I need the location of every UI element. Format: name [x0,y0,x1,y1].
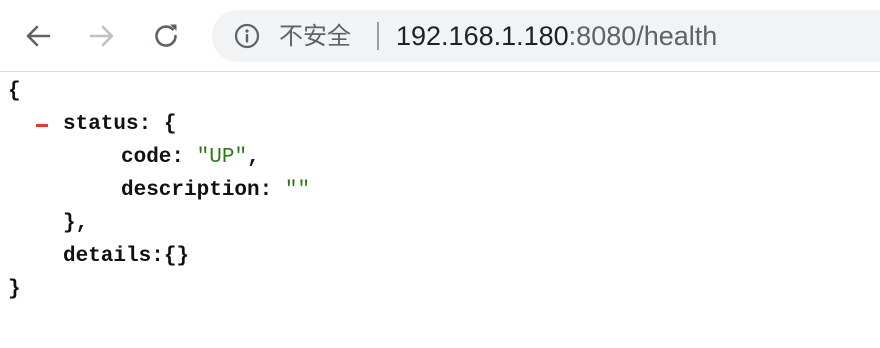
back-arrow-icon [26,25,51,47]
url-text[interactable]: 192.168.1.180:8080/health [396,21,717,51]
reload-icon [155,24,177,47]
json-value-details: :{} [151,245,190,268]
json-colon: : [171,146,197,169]
json-status-line: status: { [63,108,176,141]
json-status-close: }, [63,212,89,235]
json-close-brace: } [8,278,21,301]
json-value-code: "UP" [196,146,248,169]
forward-arrow-icon [89,25,114,47]
omnibox-divider [377,22,379,50]
forward-button[interactable] [82,16,122,56]
address-bar[interactable]: 不安全 192.168.1.180:8080/health [212,10,880,62]
json-description-line: description: "" [121,174,310,207]
browser-toolbar: 不安全 192.168.1.180:8080/health [0,0,880,72]
json-status-open: : { [138,113,177,136]
collapse-status-toggle[interactable] [36,124,48,127]
json-key-code: code [121,146,172,169]
back-button[interactable] [18,16,58,56]
json-comma: , [247,146,260,169]
json-key-status: status [63,113,139,136]
json-code-line: code: "UP", [121,141,260,174]
json-open-brace: { [8,80,21,103]
json-key-description: description [121,179,260,202]
json-value-description: "" [284,179,311,202]
json-details-line: details:{} [63,240,189,273]
security-status-label[interactable]: 不安全 [279,21,351,51]
reload-button[interactable] [146,16,186,56]
json-key-details: details [63,245,152,268]
json-colon: : [259,179,285,202]
url-host: 192.168.1.180 [396,21,569,51]
info-icon[interactable] [234,23,260,49]
url-port-path: :8080/health [568,21,718,51]
